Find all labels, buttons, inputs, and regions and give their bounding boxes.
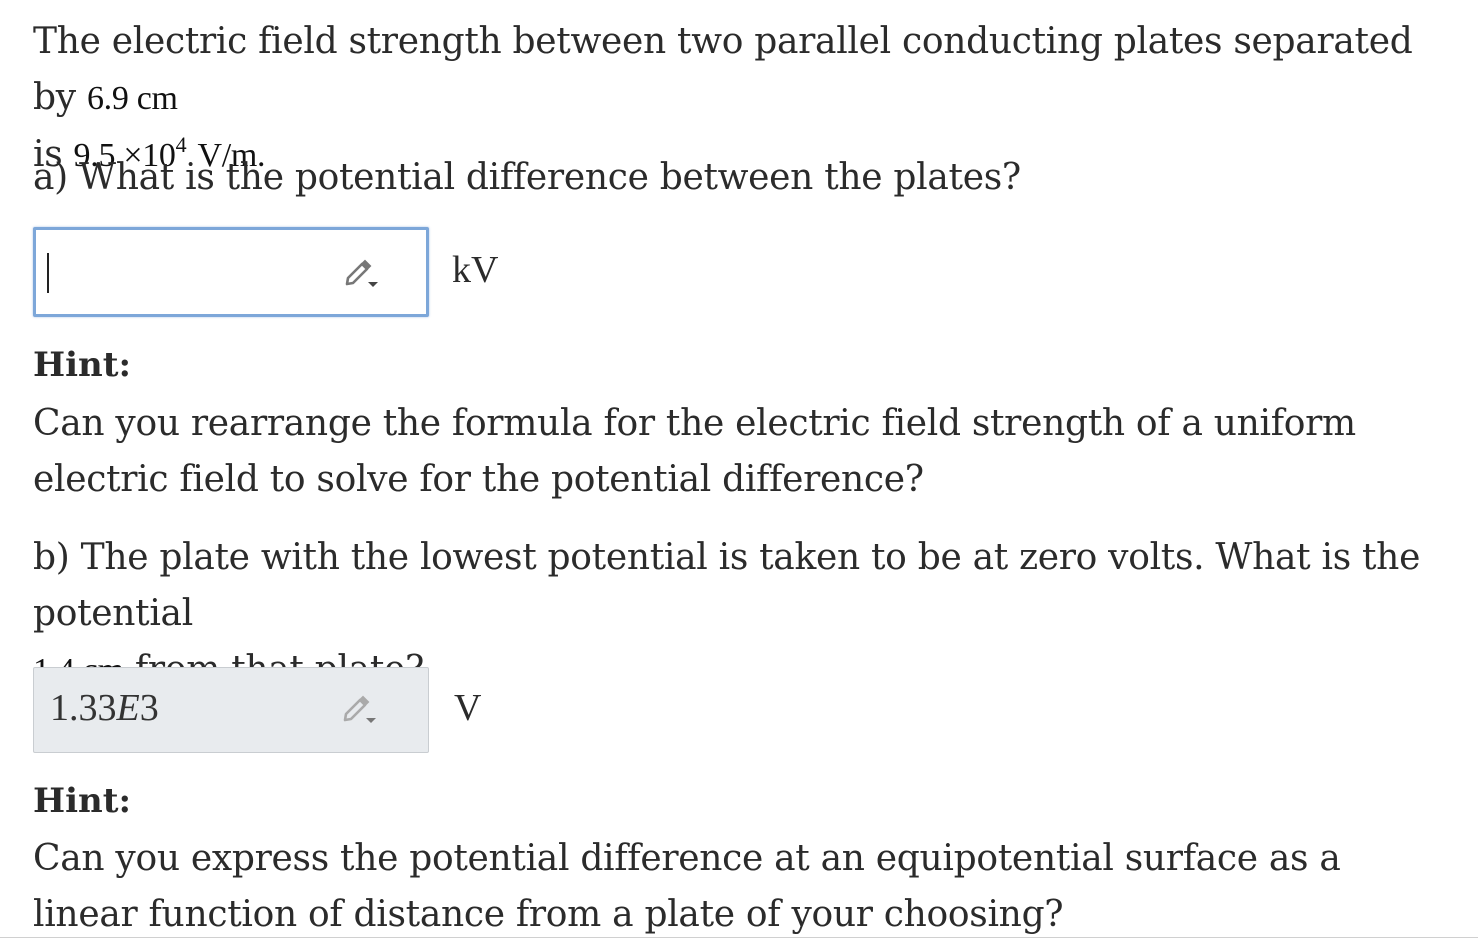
hint-b-label: Hint:: [33, 781, 132, 821]
question-intro: The electric field strength between two …: [33, 21, 1413, 118]
part-b-text: b) The plate with the lowest potential i…: [33, 537, 1421, 634]
pencil-edit-icon[interactable]: [340, 692, 382, 726]
hint-b-text: Can you express the potential difference…: [33, 838, 1341, 935]
hint-a-text: Can you rearrange the formula for the el…: [33, 403, 1356, 500]
answer-b-input[interactable]: 1.33E3: [33, 667, 429, 753]
part-a-question: a) What is the potential difference betw…: [33, 157, 1021, 198]
hint-a-label: Hint:: [33, 345, 132, 385]
answer-b-value: 1.33E3: [50, 687, 159, 729]
answer-a-unit: kV: [452, 249, 499, 291]
bottom-divider: [0, 937, 1478, 938]
plate-separation-value: 6.9 cm: [86, 80, 178, 117]
pencil-edit-icon[interactable]: [342, 256, 384, 290]
answer-a-input[interactable]: [33, 227, 429, 317]
text-caret: [47, 253, 49, 293]
answer-b-unit: V: [454, 687, 482, 729]
